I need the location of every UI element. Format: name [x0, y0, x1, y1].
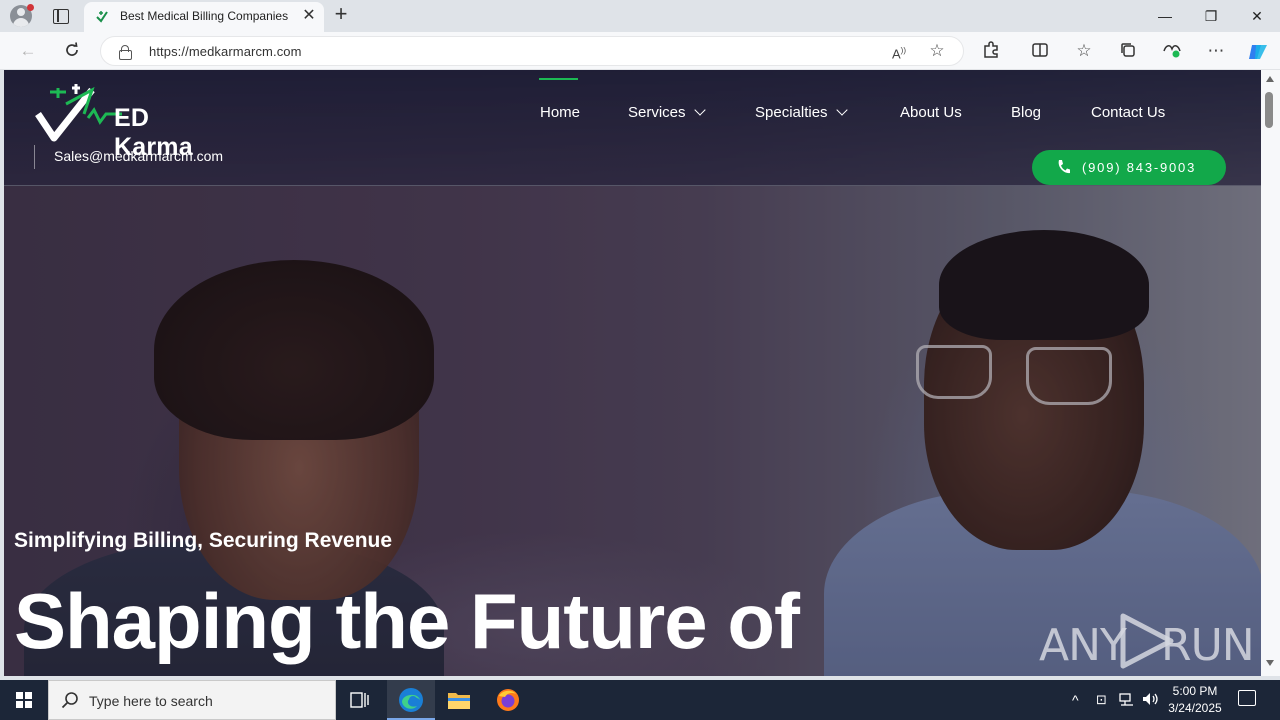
notification-center-icon[interactable] — [1238, 690, 1256, 706]
logo-check-icon — [35, 84, 122, 142]
watermark-right-text: RUN — [1161, 620, 1255, 671]
close-tab-icon[interactable]: ✕ — [300, 7, 318, 25]
folder-icon — [448, 693, 470, 709]
network-icon[interactable] — [1119, 692, 1135, 709]
phone-number: (909) 843-9003 — [1082, 160, 1197, 175]
nav-home[interactable]: Home — [540, 104, 580, 121]
url-text: https://medkarmarcm.com — [149, 44, 302, 59]
tray-device-icon[interactable]: ⊡ — [1096, 692, 1107, 708]
edge-taskbar-button[interactable] — [387, 680, 435, 720]
search-icon — [61, 692, 78, 709]
phone-icon — [1058, 160, 1070, 174]
tab-actions-icon[interactable] — [50, 6, 70, 26]
address-bar[interactable]: https://medkarmarcm.com A)) ☆ — [100, 36, 964, 66]
chevron-down-icon — [835, 104, 848, 116]
start-button[interactable] — [0, 680, 48, 720]
split-screen-icon[interactable] — [1030, 41, 1050, 61]
notification-dot — [27, 4, 34, 11]
restore-button[interactable]: ❐ — [1188, 0, 1234, 32]
browser-toolbar: ← https://medkarmarcm.com A)) ☆ ☆ ⋯ — [0, 32, 1280, 70]
tab-title: Best Medical Billing Companies i — [120, 9, 290, 23]
back-arrow-icon[interactable]: ← — [18, 41, 38, 61]
lock-icon[interactable] — [119, 45, 132, 60]
nav-active-indicator — [539, 78, 578, 80]
scroll-up-arrow-icon[interactable] — [1266, 76, 1274, 82]
email-link[interactable]: Sales@medkarmarcm.com — [54, 148, 223, 164]
new-tab-button[interactable]: + — [330, 3, 352, 26]
volume-icon[interactable] — [1142, 692, 1160, 709]
browser-tab-bar: Best Medical Billing Companies i ✕ + — ❐… — [0, 0, 1280, 32]
favorite-star-icon[interactable]: ☆ — [927, 41, 947, 61]
site-header: ED Karma Sales@medkarmarcm.com Home Serv… — [4, 70, 1261, 186]
page-viewport: ED Karma Sales@medkarmarcm.com Home Serv… — [4, 70, 1261, 676]
phone-call-button[interactable]: (909) 843-9003 — [1032, 150, 1226, 185]
copilot-icon[interactable] — [1247, 41, 1267, 61]
page-scrollbar[interactable] — [1261, 70, 1280, 676]
firefox-taskbar-button[interactable] — [484, 680, 532, 720]
windows-taskbar: Type here to search ^ ⊡ 5:00 PM 3/24/202… — [0, 680, 1280, 720]
search-placeholder: Type here to search — [89, 693, 213, 709]
favorites-icon[interactable]: ☆ — [1074, 41, 1094, 61]
refresh-icon[interactable] — [62, 41, 82, 61]
browser-essentials-icon[interactable] — [1162, 41, 1182, 61]
tray-overflow-chevron-icon[interactable]: ^ — [1072, 692, 1079, 708]
task-view-icon — [350, 692, 369, 708]
task-view-button[interactable] — [336, 680, 384, 720]
settings-more-icon[interactable]: ⋯ — [1206, 41, 1226, 61]
collections-icon[interactable] — [1118, 41, 1138, 61]
clock-time: 5:00 PM — [1172, 684, 1218, 698]
close-window-button[interactable]: ✕ — [1234, 0, 1280, 32]
chevron-down-icon — [693, 104, 706, 116]
scroll-down-arrow-icon[interactable] — [1266, 660, 1274, 666]
edge-icon — [399, 688, 423, 712]
site-logo[interactable]: ED Karma — [32, 84, 232, 161]
extensions-icon[interactable] — [981, 41, 1001, 61]
minimize-button[interactable]: — — [1142, 0, 1188, 32]
firefox-icon — [497, 689, 519, 711]
nav-blog[interactable]: Blog — [1011, 104, 1041, 121]
email-divider — [34, 145, 35, 169]
clock-date: 3/24/2025 — [1168, 701, 1222, 715]
nav-services-label: Services — [628, 104, 686, 121]
windows-logo-icon — [16, 692, 32, 708]
active-tab[interactable]: Best Medical Billing Companies i ✕ — [84, 2, 324, 32]
system-clock[interactable]: 5:00 PM 3/24/2025 — [1160, 683, 1230, 717]
nav-contact[interactable]: Contact Us — [1091, 104, 1165, 121]
nav-about[interactable]: About Us — [900, 104, 962, 121]
hero-headline: Shaping the Future of — [14, 577, 800, 665]
site-favicon-icon — [96, 11, 108, 23]
read-aloud-icon[interactable]: A)) — [889, 41, 909, 61]
file-explorer-button[interactable] — [435, 680, 483, 720]
nav-specialties[interactable]: Specialties — [755, 104, 848, 121]
scroll-thumb[interactable] — [1265, 92, 1273, 128]
hero-tagline: Simplifying Billing, Securing Revenue — [14, 529, 393, 552]
anyrun-watermark: ANY RUN — [1039, 608, 1255, 674]
watermark-left-text: ANY — [1039, 620, 1127, 671]
taskbar-search[interactable]: Type here to search — [48, 680, 336, 720]
nav-specialties-label: Specialties — [755, 104, 828, 121]
nav-services[interactable]: Services — [628, 104, 706, 121]
